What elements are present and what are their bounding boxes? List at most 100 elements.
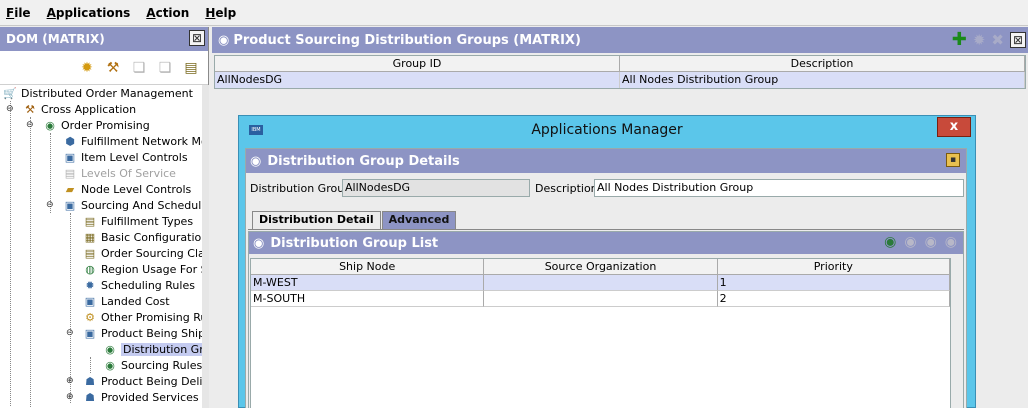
hammer-icon[interactable]: ⚒ xyxy=(104,59,122,77)
grid-icon: ▦ xyxy=(84,230,96,244)
tree-item-cross-application[interactable]: ⚒ Cross Application xyxy=(22,101,136,117)
dialog-body: ◉ Distribution Group Details ▪ Distribut… xyxy=(245,148,967,408)
cell-source-organization xyxy=(484,275,718,291)
collapse-icon[interactable]: ⊖ xyxy=(6,105,15,114)
add-node-icon[interactable]: ◉ xyxy=(884,234,896,250)
tree-item-product-being-shipped[interactable]: ▣Product Being Shippe xyxy=(82,325,202,341)
collapse-icon[interactable]: ⊖ xyxy=(66,329,75,338)
tree-item-product-being-delivered[interactable]: ☗Product Being Deliver xyxy=(82,373,202,389)
settings-icon[interactable]: ✹ xyxy=(973,31,986,49)
collapse-icon[interactable]: ⊖ xyxy=(26,121,35,130)
delete-node-icon[interactable]: ◉ xyxy=(945,234,957,250)
tree-scrollbar[interactable] xyxy=(202,85,209,408)
tree-item-item-level-controls[interactable]: ▣ Item Level Controls xyxy=(62,149,188,165)
rule-icon: ⚙ xyxy=(85,310,95,324)
cube-icon: ▣ xyxy=(64,150,76,164)
table-header: Group ID Description xyxy=(215,56,1025,72)
cell-ship-node: M-SOUTH xyxy=(251,291,485,307)
gear-icon: ✹ xyxy=(85,278,95,292)
cell-group-id: AllNodesDG xyxy=(215,72,620,88)
menu-help[interactable]: Help xyxy=(203,4,238,22)
distribution-group-field[interactable]: AllNodesDG xyxy=(342,179,530,197)
tree-item-order-sourcing-classification[interactable]: ▤Order Sourcing Class xyxy=(82,245,202,261)
navigation-tree: 🛒 Distributed Order Management ⊖ ⚒ Cross A… xyxy=(0,85,202,408)
column-header-description[interactable]: Description xyxy=(620,56,1025,72)
tab-distribution-detail[interactable]: Distribution Detail xyxy=(252,211,381,229)
gear-icon[interactable]: ✹ xyxy=(78,59,96,77)
table-header: Ship Node Source Organization Priority xyxy=(251,259,950,275)
tree-item-provided-services[interactable]: ☗ Provided Services xyxy=(82,389,199,405)
menu-file[interactable]: File xyxy=(4,4,33,22)
description-field[interactable]: All Nodes Distribution Group xyxy=(594,179,964,197)
distribution-groups-table: Group ID Description AllNodesDG All Node… xyxy=(214,55,1026,89)
menu-action[interactable]: Action xyxy=(144,4,191,22)
distribution-group-label: Distribution Group xyxy=(250,182,352,195)
tree-item-other-promising-rules[interactable]: ⚙Other Promising Rule xyxy=(82,309,202,325)
applications-manager-dialog: IBM Applications Manager x ◉ Distributio… xyxy=(238,115,976,408)
tree-item-order-promising[interactable]: ◉ Order Promising xyxy=(42,117,150,133)
collapse-icon[interactable]: ⊖ xyxy=(46,201,55,210)
globe-people-icon: ◉ xyxy=(45,118,55,132)
people-icon: ☗ xyxy=(85,374,95,388)
tree-item-fulfillment-types[interactable]: ▤ Fulfillment Types xyxy=(82,213,193,229)
network-icon: ⬢ xyxy=(65,134,75,148)
main-header: ◉ Product Sourcing Distribution Groups (… xyxy=(212,27,1028,53)
column-header-group-id[interactable]: Group ID xyxy=(215,56,620,72)
tree-item-node-level-controls[interactable]: ▰ Node Level Controls xyxy=(62,181,191,197)
edit-node-icon[interactable]: ◉ xyxy=(904,234,916,250)
distribution-group-list-panel: ◉ Distribution Group List ◉ ◉ ◉ ◉ Ship N… xyxy=(248,231,964,408)
menu-bar: File Applications Action Help xyxy=(0,0,1028,26)
tree-item-sourcing-and-scheduling[interactable]: ▣Sourcing And Scheduling xyxy=(62,197,202,213)
table-row[interactable]: M-SOUTH 2 xyxy=(251,291,950,307)
globe-people-icon: ◉ xyxy=(250,153,262,169)
tab-strip: Distribution Detail Advanced xyxy=(252,211,457,229)
column-header-priority[interactable]: Priority xyxy=(717,259,950,275)
cube-icon: ▣ xyxy=(84,294,96,308)
list-icon: ▤ xyxy=(84,214,96,228)
cube-icon: ▣ xyxy=(64,198,76,212)
tree-item-region-usage[interactable]: ◍Region Usage For So xyxy=(82,261,202,277)
copy-node-icon[interactable]: ◉ xyxy=(925,234,937,250)
dialog-titlebar[interactable]: IBM Applications Manager x xyxy=(239,116,975,144)
tree-item-fulfillment-network-model[interactable]: ⬢Fulfillment Network Mode xyxy=(62,133,202,149)
column-header-ship-node[interactable]: Ship Node xyxy=(251,259,485,275)
navigation-panel: DOM (MATRIX) ⊠ ✹ ⚒ ❏ ❏ ▤ 🛒 Distributed Or… xyxy=(0,27,209,408)
tree-item-sourcing-rules[interactable]: ◉ Sourcing Rules xyxy=(102,357,202,373)
save-icon[interactable]: ▪ xyxy=(946,153,960,167)
add-icon[interactable]: ✚ xyxy=(952,31,967,49)
details-title: Distribution Group Details xyxy=(267,153,460,169)
table-row[interactable]: M-WEST 1 xyxy=(251,275,950,291)
navigation-toolbar: ✹ ⚒ ❏ ❏ ▤ xyxy=(0,51,208,85)
globe-people-icon: ◉ xyxy=(105,358,115,372)
move-icon[interactable]: ❏ xyxy=(156,59,174,77)
tab-advanced[interactable]: Advanced xyxy=(381,211,457,229)
expand-icon[interactable]: ⊕ xyxy=(66,377,75,386)
menu-applications[interactable]: Applications xyxy=(45,4,133,22)
cell-priority: 2 xyxy=(717,291,950,307)
globe-people-icon: ◉ xyxy=(218,32,230,48)
close-icon[interactable]: ⊠ xyxy=(1010,32,1026,48)
cube-icon: ▣ xyxy=(84,326,96,340)
details-form: Distribution Group AllNodesDG Descriptio… xyxy=(246,179,968,199)
delete-icon[interactable]: ✖ xyxy=(991,31,1004,49)
copy-icon[interactable]: ❏ xyxy=(130,59,148,77)
description-label: Description xyxy=(535,182,598,195)
expand-icon[interactable]: ⊕ xyxy=(66,393,75,402)
globe-people-icon: ◉ xyxy=(253,235,265,251)
tree-item-distributed-order-management[interactable]: 🛒 Distributed Order Management xyxy=(2,85,193,101)
globe-icon: ◍ xyxy=(85,262,95,276)
list-icon: ▤ xyxy=(84,246,96,260)
table-row[interactable]: AllNodesDG All Nodes Distribution Group xyxy=(215,72,1025,88)
column-header-source-organization[interactable]: Source Organization xyxy=(484,259,718,275)
export-icon[interactable]: ▤ xyxy=(182,59,200,77)
distribution-group-list-table: Ship Node Source Organization Priority M… xyxy=(250,258,951,408)
dialog-close-button[interactable]: x xyxy=(937,117,971,137)
tree-item-scheduling-rules[interactable]: ✹ Scheduling Rules xyxy=(82,277,195,293)
tree-item-basic-configuration[interactable]: ▦ Basic Configuration xyxy=(82,229,202,245)
hammer-icon: ⚒ xyxy=(25,102,35,116)
tree-item-levels-of-service[interactable]: ▤ Levels Of Service xyxy=(62,165,176,181)
tree-item-landed-cost[interactable]: ▣ Landed Cost xyxy=(82,293,170,309)
tree-item-distribution-groups[interactable]: ◉Distribution Grou xyxy=(102,341,202,357)
close-panel-button[interactable]: ⊠ xyxy=(189,30,205,46)
navigation-header: DOM (MATRIX) ⊠ xyxy=(0,27,208,51)
